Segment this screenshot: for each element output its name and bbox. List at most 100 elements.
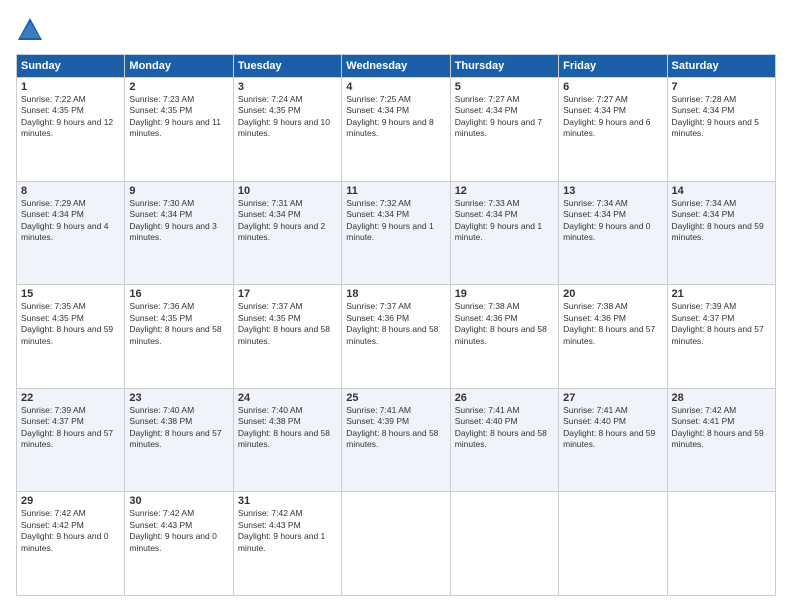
day-info: Sunrise: 7:34 AM Sunset: 4:34 PM Dayligh… — [563, 198, 662, 244]
day-info: Sunrise: 7:40 AM Sunset: 4:38 PM Dayligh… — [129, 405, 228, 451]
day-info: Sunrise: 7:31 AM Sunset: 4:34 PM Dayligh… — [238, 198, 337, 244]
day-number: 26 — [455, 392, 554, 404]
day-info: Sunrise: 7:37 AM Sunset: 4:35 PM Dayligh… — [238, 301, 337, 347]
day-31: 31 Sunrise: 7:42 AM Sunset: 4:43 PM Dayl… — [233, 492, 341, 596]
day-24: 24 Sunrise: 7:40 AM Sunset: 4:38 PM Dayl… — [233, 388, 341, 492]
day-number: 25 — [346, 392, 445, 404]
logo — [16, 16, 48, 44]
day-number: 24 — [238, 392, 337, 404]
day-22: 22 Sunrise: 7:39 AM Sunset: 4:37 PM Dayl… — [17, 388, 125, 492]
empty-cell — [450, 492, 558, 596]
calendar: Sunday Monday Tuesday Wednesday Thursday… — [16, 54, 776, 596]
day-info: Sunrise: 7:42 AM Sunset: 4:42 PM Dayligh… — [21, 508, 120, 554]
day-info: Sunrise: 7:41 AM Sunset: 4:40 PM Dayligh… — [563, 405, 662, 451]
day-info: Sunrise: 7:34 AM Sunset: 4:34 PM Dayligh… — [672, 198, 771, 244]
day-info: Sunrise: 7:33 AM Sunset: 4:34 PM Dayligh… — [455, 198, 554, 244]
day-info: Sunrise: 7:29 AM Sunset: 4:34 PM Dayligh… — [21, 198, 120, 244]
weekday-tuesday: Tuesday — [233, 55, 341, 78]
day-number: 22 — [21, 392, 120, 404]
day-number: 5 — [455, 81, 554, 93]
day-17: 17 Sunrise: 7:37 AM Sunset: 4:35 PM Dayl… — [233, 285, 341, 389]
weekday-friday: Friday — [559, 55, 667, 78]
day-info: Sunrise: 7:38 AM Sunset: 4:36 PM Dayligh… — [455, 301, 554, 347]
day-8: 8 Sunrise: 7:29 AM Sunset: 4:34 PM Dayli… — [17, 181, 125, 285]
day-number: 6 — [563, 81, 662, 93]
day-number: 13 — [563, 185, 662, 197]
day-19: 19 Sunrise: 7:38 AM Sunset: 4:36 PM Dayl… — [450, 285, 558, 389]
day-number: 1 — [21, 81, 120, 93]
day-5: 5 Sunrise: 7:27 AM Sunset: 4:34 PM Dayli… — [450, 78, 558, 182]
day-27: 27 Sunrise: 7:41 AM Sunset: 4:40 PM Dayl… — [559, 388, 667, 492]
day-number: 29 — [21, 495, 120, 507]
day-21: 21 Sunrise: 7:39 AM Sunset: 4:37 PM Dayl… — [667, 285, 775, 389]
day-23: 23 Sunrise: 7:40 AM Sunset: 4:38 PM Dayl… — [125, 388, 233, 492]
day-info: Sunrise: 7:38 AM Sunset: 4:36 PM Dayligh… — [563, 301, 662, 347]
day-16: 16 Sunrise: 7:36 AM Sunset: 4:35 PM Dayl… — [125, 285, 233, 389]
day-number: 15 — [21, 288, 120, 300]
day-number: 9 — [129, 185, 228, 197]
day-info: Sunrise: 7:42 AM Sunset: 4:41 PM Dayligh… — [672, 405, 771, 451]
weekday-monday: Monday — [125, 55, 233, 78]
day-29: 29 Sunrise: 7:42 AM Sunset: 4:42 PM Dayl… — [17, 492, 125, 596]
day-info: Sunrise: 7:37 AM Sunset: 4:36 PM Dayligh… — [346, 301, 445, 347]
weekday-thursday: Thursday — [450, 55, 558, 78]
day-30: 30 Sunrise: 7:42 AM Sunset: 4:43 PM Dayl… — [125, 492, 233, 596]
page: Sunday Monday Tuesday Wednesday Thursday… — [0, 0, 792, 612]
day-number: 30 — [129, 495, 228, 507]
logo-icon — [16, 16, 44, 44]
day-13: 13 Sunrise: 7:34 AM Sunset: 4:34 PM Dayl… — [559, 181, 667, 285]
day-15: 15 Sunrise: 7:35 AM Sunset: 4:35 PM Dayl… — [17, 285, 125, 389]
day-9: 9 Sunrise: 7:30 AM Sunset: 4:34 PM Dayli… — [125, 181, 233, 285]
day-number: 2 — [129, 81, 228, 93]
empty-cell — [667, 492, 775, 596]
day-number: 21 — [672, 288, 771, 300]
day-number: 28 — [672, 392, 771, 404]
day-number: 4 — [346, 81, 445, 93]
day-20: 20 Sunrise: 7:38 AM Sunset: 4:36 PM Dayl… — [559, 285, 667, 389]
header — [16, 16, 776, 44]
day-14: 14 Sunrise: 7:34 AM Sunset: 4:34 PM Dayl… — [667, 181, 775, 285]
weekday-saturday: Saturday — [667, 55, 775, 78]
day-number: 18 — [346, 288, 445, 300]
day-number: 23 — [129, 392, 228, 404]
day-number: 19 — [455, 288, 554, 300]
day-info: Sunrise: 7:24 AM Sunset: 4:35 PM Dayligh… — [238, 94, 337, 140]
day-10: 10 Sunrise: 7:31 AM Sunset: 4:34 PM Dayl… — [233, 181, 341, 285]
day-2: 2 Sunrise: 7:23 AM Sunset: 4:35 PM Dayli… — [125, 78, 233, 182]
day-info: Sunrise: 7:30 AM Sunset: 4:34 PM Dayligh… — [129, 198, 228, 244]
day-info: Sunrise: 7:39 AM Sunset: 4:37 PM Dayligh… — [21, 405, 120, 451]
day-number: 14 — [672, 185, 771, 197]
day-info: Sunrise: 7:23 AM Sunset: 4:35 PM Dayligh… — [129, 94, 228, 140]
day-number: 8 — [21, 185, 120, 197]
day-info: Sunrise: 7:32 AM Sunset: 4:34 PM Dayligh… — [346, 198, 445, 244]
day-number: 12 — [455, 185, 554, 197]
day-info: Sunrise: 7:35 AM Sunset: 4:35 PM Dayligh… — [21, 301, 120, 347]
day-info: Sunrise: 7:22 AM Sunset: 4:35 PM Dayligh… — [21, 94, 120, 140]
empty-cell — [559, 492, 667, 596]
day-25: 25 Sunrise: 7:41 AM Sunset: 4:39 PM Dayl… — [342, 388, 450, 492]
day-info: Sunrise: 7:39 AM Sunset: 4:37 PM Dayligh… — [672, 301, 771, 347]
empty-cell — [342, 492, 450, 596]
day-4: 4 Sunrise: 7:25 AM Sunset: 4:34 PM Dayli… — [342, 78, 450, 182]
day-number: 27 — [563, 392, 662, 404]
day-info: Sunrise: 7:27 AM Sunset: 4:34 PM Dayligh… — [563, 94, 662, 140]
day-number: 20 — [563, 288, 662, 300]
day-info: Sunrise: 7:42 AM Sunset: 4:43 PM Dayligh… — [129, 508, 228, 554]
day-info: Sunrise: 7:41 AM Sunset: 4:40 PM Dayligh… — [455, 405, 554, 451]
day-number: 3 — [238, 81, 337, 93]
day-26: 26 Sunrise: 7:41 AM Sunset: 4:40 PM Dayl… — [450, 388, 558, 492]
day-7: 7 Sunrise: 7:28 AM Sunset: 4:34 PM Dayli… — [667, 78, 775, 182]
day-number: 10 — [238, 185, 337, 197]
day-number: 16 — [129, 288, 228, 300]
weekday-sunday: Sunday — [17, 55, 125, 78]
day-info: Sunrise: 7:27 AM Sunset: 4:34 PM Dayligh… — [455, 94, 554, 140]
day-number: 17 — [238, 288, 337, 300]
day-number: 31 — [238, 495, 337, 507]
day-18: 18 Sunrise: 7:37 AM Sunset: 4:36 PM Dayl… — [342, 285, 450, 389]
day-info: Sunrise: 7:25 AM Sunset: 4:34 PM Dayligh… — [346, 94, 445, 140]
day-3: 3 Sunrise: 7:24 AM Sunset: 4:35 PM Dayli… — [233, 78, 341, 182]
day-info: Sunrise: 7:42 AM Sunset: 4:43 PM Dayligh… — [238, 508, 337, 554]
day-11: 11 Sunrise: 7:32 AM Sunset: 4:34 PM Dayl… — [342, 181, 450, 285]
day-info: Sunrise: 7:40 AM Sunset: 4:38 PM Dayligh… — [238, 405, 337, 451]
day-info: Sunrise: 7:41 AM Sunset: 4:39 PM Dayligh… — [346, 405, 445, 451]
